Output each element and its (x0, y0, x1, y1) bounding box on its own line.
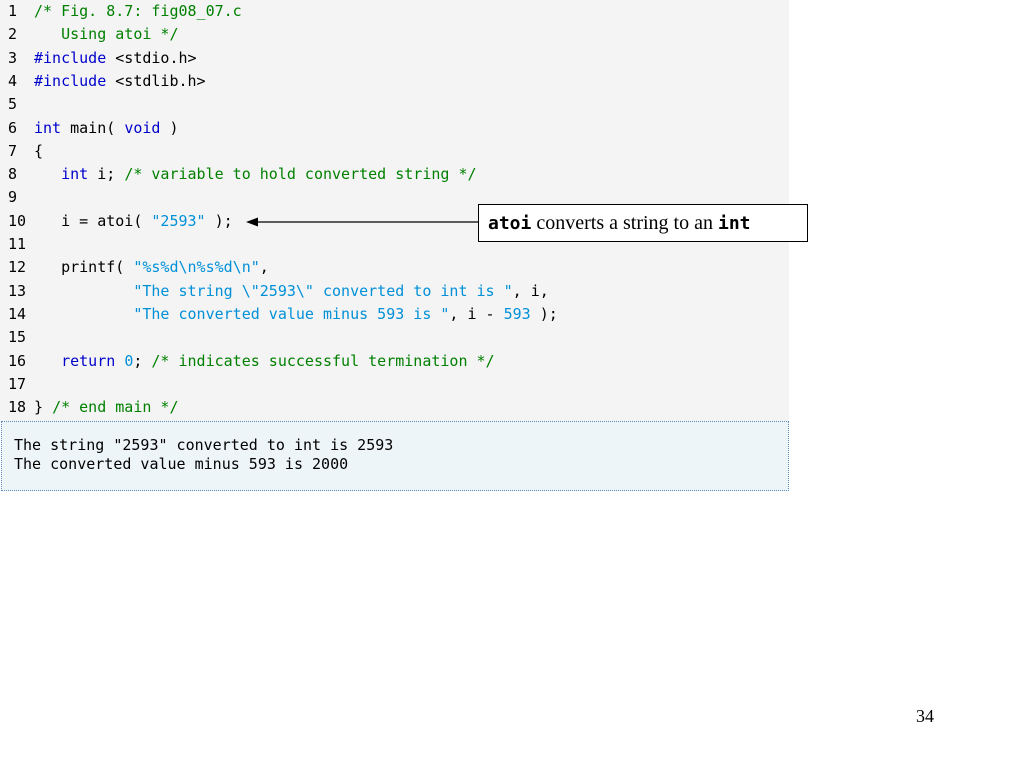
callout-arrow (246, 217, 478, 227)
program-output: The string "2593" converted to int is 25… (1, 421, 789, 491)
line-number: 13 (8, 281, 27, 300)
line-number: 7 (8, 141, 18, 160)
line-number: 1 (8, 2, 18, 20)
code-token-plain: { (34, 141, 44, 160)
output-line: The string "2593" converted to int is 25… (14, 436, 394, 454)
page-number: 34 (916, 706, 934, 726)
line-code: { (34, 140, 43, 163)
code-token-plain: main( (61, 118, 125, 137)
line-code: i = atoi( "2593" ); (34, 210, 233, 233)
code-token-plain: } (34, 398, 53, 417)
code-token-plain: printf( (34, 258, 134, 277)
line-code: #include <stdlib.h> (34, 70, 206, 93)
code-token-comment: /* variable to hold converted string */ (124, 165, 477, 184)
line-number: 6 (8, 118, 18, 137)
code-token-comment: Using atoi */ (34, 25, 179, 44)
line-number: 18 (8, 398, 27, 417)
line-number: 11 (8, 235, 27, 253)
code-token-number: 0 (124, 351, 134, 370)
code-token-string: "2593" (151, 211, 206, 230)
line-code: return 0; /* indicates successful termin… (34, 350, 495, 373)
line-number: 16 (8, 351, 27, 370)
code-token-comment: /* indicates successful termination */ (151, 351, 495, 370)
code-token-plain: i = atoi( (34, 211, 152, 230)
line-code: } /* end main */ (34, 396, 179, 419)
line-number: 17 (8, 374, 27, 393)
callout-box: atoi converts a string to an int (478, 204, 808, 242)
line-code: "The converted value minus 593 is ", i -… (34, 303, 558, 326)
code-token-plain: ) (160, 118, 179, 137)
code-token-keyword: #include (34, 71, 107, 90)
arrow-head (246, 217, 258, 227)
code-token-plain: ); (205, 211, 233, 230)
line-number: 8 (8, 165, 18, 184)
callout-code-word: atoi (488, 212, 532, 234)
line-code: Using atoi */ (34, 23, 179, 46)
code-token-plain: ; (133, 351, 152, 370)
code-token-string: "%s%d\n%s%d\n" (133, 258, 260, 277)
line-number: 14 (8, 304, 27, 323)
code-token-comment: /* end main */ (52, 398, 179, 417)
code-token-keyword: void (124, 118, 161, 137)
code-token-number: 593 (503, 304, 531, 323)
code-token-plain: i; (88, 165, 125, 184)
code-token-keyword: #include (34, 48, 107, 67)
line-number: 5 (8, 95, 18, 114)
line-code: printf( "%s%d\n%s%d\n", (34, 256, 269, 279)
code-token-plain: , i - (449, 304, 504, 323)
line-number: 3 (8, 48, 18, 67)
code-token-keyword: int (61, 165, 89, 184)
code-token-comment: /* Fig. 8.7: fig08_07.c (34, 2, 242, 20)
code-token-keyword: int (34, 118, 62, 137)
slide: 1 /* Fig. 8.7: fig08_07.c 2 Using atoi */ 3… (0, 0, 1024, 768)
callout-code-word-2: int (717, 212, 751, 234)
line-code: int i; /* variable to hold converted str… (34, 163, 477, 186)
line-code: #include <stdio.h> (34, 47, 197, 70)
line-number: 9 (8, 188, 18, 207)
code-token-string: "The string \"2593\" converted to int is… (133, 281, 513, 300)
code-token-plain: <stdlib.h> (106, 71, 206, 90)
line-code: "The string \"2593\" converted to int is… (34, 280, 549, 303)
code-token-keyword: return (61, 351, 116, 370)
code-token-plain: , (259, 258, 269, 277)
callout-text: converts a string to an (531, 211, 718, 234)
line-number: 2 (8, 25, 18, 44)
code-token-plain: ); (530, 304, 558, 323)
line-number: 10 (8, 211, 27, 230)
line-code: /* Fig. 8.7: fig08_07.c (34, 0, 242, 23)
line-code: int main( void ) (34, 117, 179, 140)
line-number: 4 (8, 71, 18, 90)
code-token-plain: , i, (512, 281, 549, 300)
code-token-string: "The converted value minus 593 is " (133, 304, 450, 323)
code-token-plain: <stdio.h> (106, 48, 197, 67)
line-number: 15 (8, 328, 27, 347)
output-line: The converted value minus 593 is 2000 (14, 455, 349, 473)
line-number: 12 (8, 258, 27, 277)
